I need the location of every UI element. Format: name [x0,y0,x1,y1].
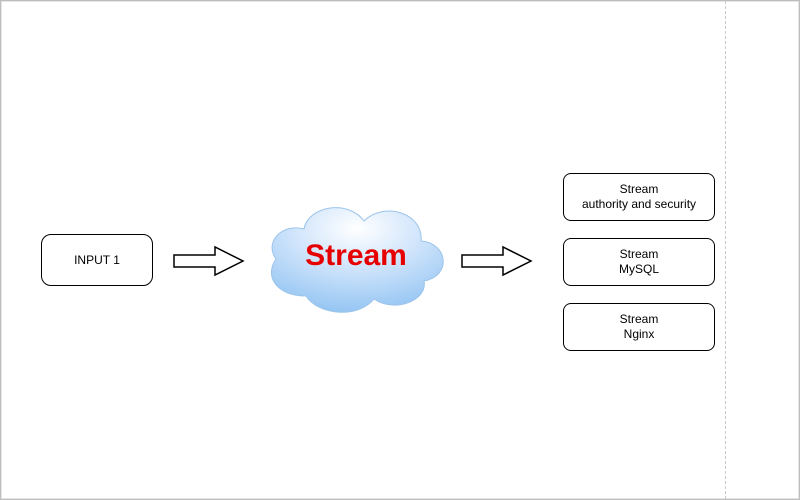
output-node-nginx[interactable]: Stream Nginx [563,303,715,351]
output-node-mysql[interactable]: Stream MySQL [563,238,715,286]
arrow-right-icon [173,245,245,277]
arrow-input-to-stream[interactable] [173,245,245,277]
input-node-label: INPUT 1 [74,253,120,267]
output-node-title: Stream [620,182,659,197]
output-node-title: Stream [620,247,659,262]
output-node-subtitle: Nginx [624,327,655,342]
page-break-guide [725,1,726,499]
output-node-subtitle: authority and security [582,197,696,212]
output-node-title: Stream [620,312,659,327]
diagram-canvas[interactable]: INPUT 1 Stream Stream authority and secu… [0,0,800,500]
stream-cloud-node[interactable] [256,181,456,331]
input-node[interactable]: INPUT 1 [41,234,153,286]
output-node-authority-security[interactable]: Stream authority and security [563,173,715,221]
output-node-subtitle: MySQL [619,262,659,277]
arrow-stream-to-outputs[interactable] [461,245,533,277]
cloud-icon [256,181,456,331]
arrow-right-icon [461,245,533,277]
